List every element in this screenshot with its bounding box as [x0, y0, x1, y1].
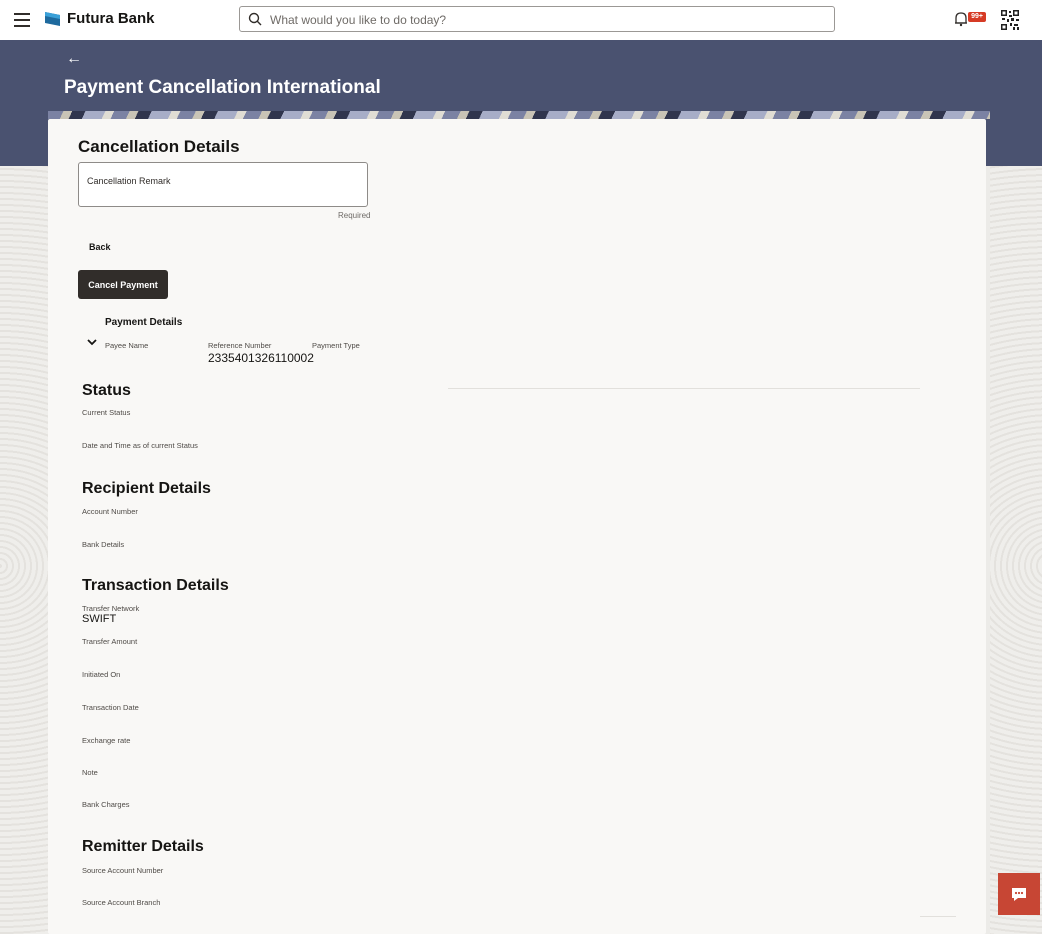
bell-icon[interactable]: [954, 11, 968, 27]
note-label: Note: [82, 768, 98, 777]
transaction-date-label: Transaction Date: [82, 703, 139, 712]
transfer-amount-label: Transfer Amount: [82, 637, 138, 646]
reference-number-value: 2335401326110002: [208, 351, 314, 365]
initiated-on-label: Initiated On: [82, 670, 121, 679]
cancellation-details-title: Cancellation Details: [78, 137, 240, 156]
back-button[interactable]: Back: [89, 242, 111, 252]
payment-details-title: Payment Details: [105, 317, 183, 328]
status-title: Status: [82, 382, 131, 399]
background-texture-left: [0, 166, 48, 934]
qr-code-icon[interactable]: [1000, 9, 1020, 31]
transfer-network-value: SWIFT: [82, 613, 117, 625]
notification-badge: 99+: [968, 12, 986, 22]
page-title: Payment Cancellation International: [64, 77, 381, 98]
exchange-rate-label: Exchange rate: [82, 736, 131, 745]
status-datetime-label: Date and Time as of current Status: [82, 441, 198, 450]
cancel-payment-button[interactable]: Cancel Payment: [78, 270, 168, 299]
back-arrow-icon[interactable]: ←: [66, 50, 82, 68]
search-input[interactable]: [268, 10, 812, 30]
chat-button[interactable]: [998, 873, 1040, 915]
current-status-label: Current Status: [82, 408, 131, 417]
transaction-details-title: Transaction Details: [82, 577, 229, 594]
source-account-branch-label: Source Account Branch: [82, 898, 161, 907]
payee-name-label: Payee Name: [105, 341, 149, 350]
chevron-down-icon[interactable]: [87, 338, 97, 346]
search-bar[interactable]: [239, 6, 835, 32]
top-bar: Futura Bank 99+: [0, 0, 1042, 41]
payment-type-label: Payment Type: [312, 341, 360, 350]
bank-charges-label: Bank Charges: [82, 800, 130, 809]
brand-name: Futura Bank: [67, 10, 155, 27]
remitter-details-title: Remitter Details: [82, 838, 204, 855]
required-hint: Required: [338, 211, 371, 220]
bank-logo-icon: [45, 12, 60, 26]
account-number-label: Account Number: [82, 507, 138, 516]
divider: [920, 916, 956, 917]
main-card: Cancellation Details Cancellation Remark…: [48, 119, 986, 934]
menu-icon[interactable]: [14, 13, 30, 27]
search-icon: [248, 12, 262, 26]
transfer-network-label: Transfer Network: [82, 604, 140, 613]
decorative-pattern: [48, 111, 990, 119]
recipient-details-title: Recipient Details: [82, 480, 211, 497]
divider: [448, 388, 920, 389]
cancellation-remark-field[interactable]: Cancellation Remark: [78, 162, 368, 207]
source-account-number-label: Source Account Number: [82, 866, 164, 875]
chat-icon: [1012, 888, 1026, 901]
bank-details-label: Bank Details: [82, 540, 125, 549]
cancellation-remark-input[interactable]: [87, 189, 361, 205]
cancellation-remark-label: Cancellation Remark: [87, 176, 171, 186]
reference-number-label: Reference Number: [208, 341, 272, 350]
background-texture-right: [990, 166, 1042, 934]
